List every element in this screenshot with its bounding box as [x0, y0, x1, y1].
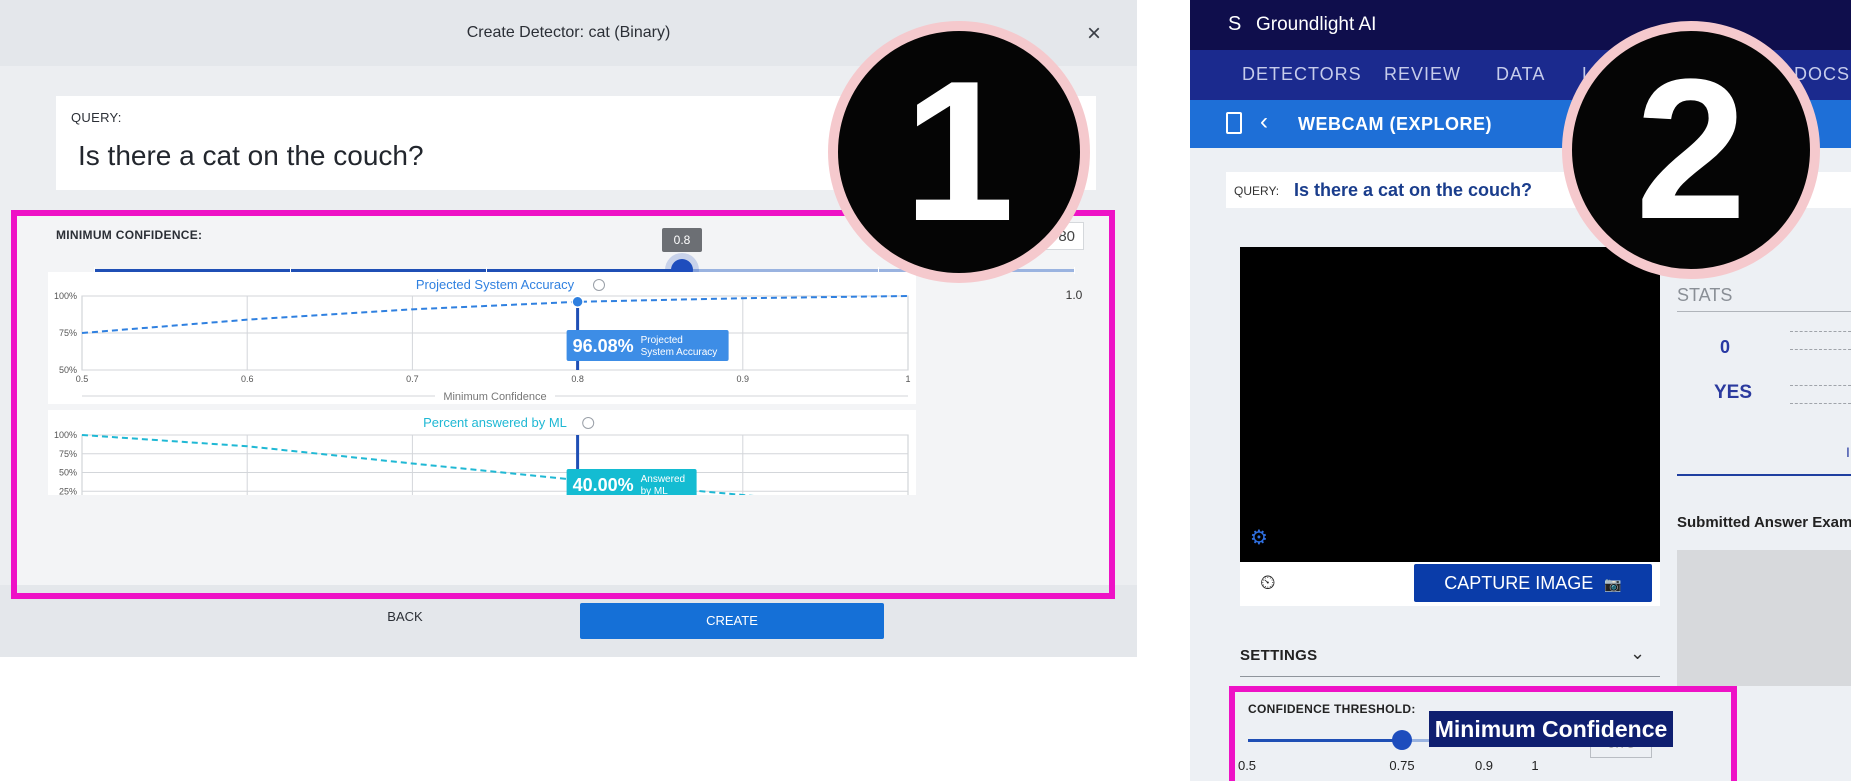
x-tick-label: 0.7	[406, 374, 419, 384]
capture-label: CAPTURE IMAGE	[1444, 573, 1594, 593]
stats-heading: STATS	[1677, 285, 1733, 305]
chart-callout: 96.08% ProjectedSystem Accuracy	[566, 330, 729, 361]
chart-title: Projected System Accuracy	[416, 277, 575, 292]
y-tick-label: 100%	[54, 430, 77, 440]
callout-value: 96.08%	[573, 336, 634, 356]
y-tick-label: 75%	[59, 328, 77, 338]
submitted-answer-heading: Submitted Answer Exam	[1677, 514, 1851, 531]
series-line	[81, 295, 909, 334]
close-icon[interactable]: ×	[1087, 20, 1101, 48]
query-label: QUERY:	[71, 110, 122, 125]
stats-divider	[1677, 311, 1851, 312]
threshold-tick-0.75: 0.75	[1389, 758, 1415, 773]
threshold-tick-0.5: 0.5	[1237, 758, 1257, 773]
x-tick-label: 0.6	[241, 374, 254, 384]
confidence-threshold-label: CONFIDENCE THRESHOLD:	[1248, 702, 1416, 716]
threshold-slider-fill	[1248, 739, 1402, 742]
y-tick-label: 25%	[59, 486, 77, 495]
info-icon	[593, 279, 605, 291]
stat-dots-3	[1790, 385, 1851, 386]
nav-docs[interactable]: DOCS	[1794, 64, 1850, 85]
detector-title: WEBCAM (EXPLORE)	[1298, 114, 1492, 134]
x-tick-label: 1	[905, 374, 910, 384]
chevron-down-icon[interactable]: ⌄	[1630, 643, 1645, 664]
stats-tab-underline	[1677, 474, 1851, 476]
threshold-tick-0.9: 0.9	[1474, 758, 1494, 773]
capture-image-button[interactable]: CAPTURE IMAGE 📷	[1414, 564, 1652, 602]
accuracy-chart: Projected System Accuracy 100% 75% 50%0.5 0.…	[54, 277, 911, 403]
camera-controls: ⏲ CAPTURE IMAGE 📷	[1240, 562, 1660, 606]
info-icon	[582, 417, 595, 429]
y-tick-label: 50%	[59, 365, 77, 375]
stat-yes-label: YES	[1714, 382, 1753, 403]
y-tick-label: 75%	[59, 449, 77, 459]
settings-divider	[1240, 676, 1660, 677]
camera-icon: 📷	[1604, 576, 1622, 592]
back-button[interactable]: BACK	[370, 609, 440, 624]
slider-tick-mark	[1074, 267, 1075, 274]
step-badge-1: 1	[828, 21, 1090, 283]
dialog-title: Create Detector: cat (Binary)	[466, 24, 671, 41]
query-label: QUERY:	[1234, 184, 1280, 198]
callout-label: by ML	[641, 486, 669, 495]
step-badge-2: 2	[1562, 21, 1820, 279]
submitted-answer-placeholder	[1677, 550, 1851, 686]
webcam-preview: ⚙	[1240, 247, 1660, 562]
stat-tab-partial[interactable]: I	[1846, 444, 1850, 460]
step-number-1: 1	[903, 40, 1015, 263]
settings-heading[interactable]: SETTINGS	[1240, 647, 1317, 664]
step-number-2: 2	[1635, 38, 1747, 261]
timer-icon[interactable]: ⏲	[1260, 572, 1276, 595]
x-axis-title: Minimum Confidence	[443, 391, 546, 403]
series-line	[81, 434, 754, 495]
stat-dots-1	[1790, 331, 1851, 332]
ml-chart-card: Percent answered by ML 100% 75% 50% 25% 40.00…	[48, 410, 916, 495]
gear-icon[interactable]: ⚙	[1250, 525, 1268, 550]
highlight-point	[571, 295, 584, 309]
chart-callout: 40.00% Answeredby ML	[566, 469, 697, 495]
ml-chart: Percent answered by ML 100% 75% 50% 25% 40.00…	[54, 415, 909, 495]
accuracy-chart-card: Projected System Accuracy 100% 75% 50% 0.5 0.…	[48, 272, 916, 404]
x-tick-label: 0.5	[76, 374, 89, 384]
nav-data[interactable]: DATA	[1496, 64, 1545, 85]
slider-tick-label: 1.0	[1065, 288, 1083, 302]
threshold-slider-thumb[interactable]	[1392, 730, 1412, 750]
query-text: Is there a cat on the couch?	[1294, 180, 1533, 200]
x-tick-label: 0.8	[571, 374, 584, 384]
callout-label: Answered	[641, 474, 685, 485]
y-tick-label: 50%	[59, 468, 77, 478]
callout-label: Projected	[641, 335, 683, 346]
callout-label: System Accuracy	[641, 347, 718, 358]
brand-name: Groundlight AI	[1256, 14, 1377, 35]
minimum-confidence-annotation: Minimum Confidence	[1429, 711, 1673, 747]
create-button[interactable]: CREATE	[580, 603, 884, 639]
query-text: Is there a cat on the couch?	[78, 140, 424, 171]
stat-count: 0	[1720, 337, 1731, 357]
chart-title: Percent answered by ML	[423, 415, 567, 430]
nav-review[interactable]: REVIEW	[1384, 64, 1461, 85]
detector-icon	[1226, 112, 1242, 134]
min-confidence-label: MINIMUM CONFIDENCE:	[56, 228, 203, 242]
stat-dots-2	[1790, 349, 1851, 350]
groundlight-logo-icon: S	[1228, 13, 1242, 35]
nav-detectors[interactable]: DETECTORS	[1242, 64, 1362, 85]
y-tick-label: 100%	[54, 291, 77, 301]
dialog-footer: BACK CREATE	[0, 585, 1137, 657]
threshold-tick-1: 1	[1531, 758, 1539, 773]
callout-value: 40.00%	[573, 475, 634, 495]
x-tick-label: 0.9	[737, 374, 750, 384]
slider-value-tooltip: 0.8	[662, 228, 702, 252]
stat-dots-4	[1790, 403, 1851, 404]
back-chevron-icon[interactable]: ‹	[1260, 108, 1268, 136]
